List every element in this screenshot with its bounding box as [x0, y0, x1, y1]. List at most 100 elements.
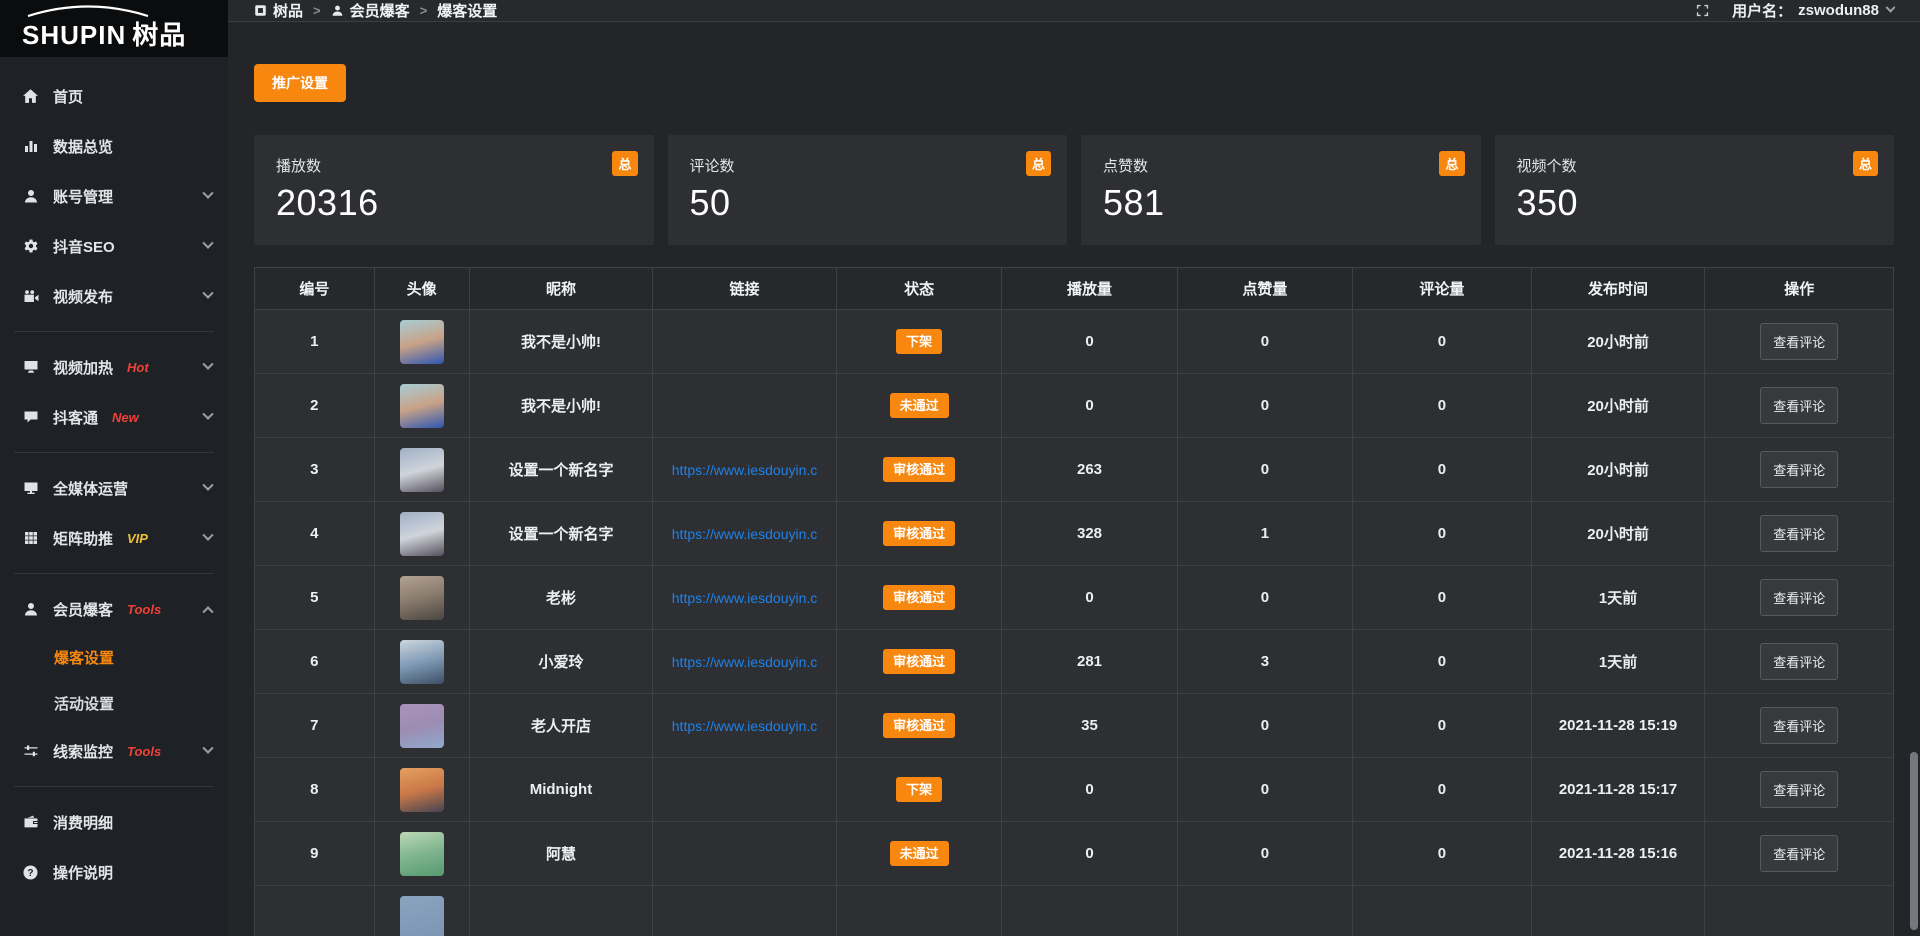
view-comments-button[interactable]: 查看评论 [1760, 579, 1838, 616]
table-header-row: 编号 头像 昵称 链接 状态 播放量 点赞量 评论量 发布时间 操作 [255, 268, 1894, 310]
cell-id: 4 [255, 502, 375, 566]
promo-settings-button[interactable]: 推广设置 [254, 64, 346, 102]
chevron-down-icon [202, 238, 213, 249]
breadcrumb: 树品 > 会员爆客 > 爆客设置 [254, 0, 497, 21]
view-comments-button[interactable]: 查看评论 [1760, 643, 1838, 680]
cell-comments: 0 [1353, 438, 1532, 502]
stat-value: 350 [1517, 182, 1873, 224]
sliders-icon [22, 743, 39, 760]
stat-card-videos: 视频个数 350 总 [1495, 135, 1895, 245]
sidebar-item-omnimedia[interactable]: 全媒体运营 [0, 463, 228, 513]
total-badge: 总 [612, 151, 637, 176]
sidebar-subitem-label: 爆客设置 [54, 647, 114, 668]
video-link[interactable]: https://www.iesdouyin.c [653, 590, 836, 606]
brand-logo[interactable]: SHUPIN树品 [0, 0, 228, 57]
stat-label: 点赞数 [1103, 155, 1459, 176]
sidebar-item-label: 全媒体运营 [53, 478, 128, 499]
member-icon [22, 601, 39, 618]
cell-nickname: 我不是小帅! [469, 310, 653, 374]
logo-text-en: SHUPIN [22, 20, 126, 50]
sidebar-item-member-baoke[interactable]: 会员爆客 Tools [0, 584, 228, 634]
avatar [400, 448, 444, 492]
sidebar-item-instructions[interactable]: ? 操作说明 [0, 847, 228, 897]
view-comments-button[interactable]: 查看评论 [1760, 707, 1838, 744]
cell-publish-time: 20小时前 [1531, 502, 1705, 566]
vertical-scrollbar-thumb[interactable] [1910, 752, 1918, 930]
videos-table: 编号 头像 昵称 链接 状态 播放量 点赞量 评论量 发布时间 操作 [254, 267, 1894, 936]
cell-plays: 281 [1002, 630, 1177, 694]
wallet-icon [22, 814, 39, 831]
breadcrumb-item-root[interactable]: 树品 [254, 0, 303, 21]
video-link[interactable]: https://www.iesdouyin.c [653, 462, 836, 478]
fullscreen-button[interactable] [1695, 3, 1710, 18]
sidebar-item-matrix-boost[interactable]: 矩阵助推 VIP [0, 513, 228, 563]
sidebar-item-consumption-detail[interactable]: 消费明细 [0, 797, 228, 847]
app-window: SHUPIN树品 首页 数据总览 账号管理 抖音SEO [0, 0, 1920, 936]
cell-id: 9 [255, 822, 375, 886]
sidebar-item-douketong[interactable]: 抖客通 New [0, 392, 228, 442]
sidebar-item-home[interactable]: 首页 [0, 71, 228, 121]
view-comments-button[interactable]: 查看评论 [1760, 387, 1838, 424]
cell-id: 7 [255, 694, 375, 758]
stat-value: 20316 [276, 182, 632, 224]
sidebar-item-data-overview[interactable]: 数据总览 [0, 121, 228, 171]
cell-publish-time: 20小时前 [1531, 374, 1705, 438]
sidebar-item-account-management[interactable]: 账号管理 [0, 171, 228, 221]
sidebar-subitem-activity-settings[interactable]: 活动设置 [0, 680, 228, 726]
video-link[interactable]: https://www.iesdouyin.c [653, 526, 836, 542]
view-comments-button[interactable]: 查看评论 [1760, 771, 1838, 808]
sidebar-divider [14, 452, 214, 453]
cell-comments: 0 [1353, 694, 1532, 758]
user-menu[interactable]: 用户名：zswodun88 [1732, 0, 1894, 21]
cell-plays: 0 [1002, 566, 1177, 630]
table-row: 2 我不是小帅! 未通过 0 0 0 20小时前 查看评论 [255, 374, 1894, 438]
col-header-link: 链接 [653, 268, 837, 310]
sidebar-item-label: 会员爆客 [53, 599, 113, 620]
chevron-down-icon [202, 359, 213, 370]
svg-text:?: ? [27, 868, 33, 879]
stat-card-comments: 评论数 50 总 [668, 135, 1068, 245]
main-area: 树品 > 会员爆客 > 爆客设置 用户名：zswodun88 [228, 0, 1920, 936]
stat-label: 视频个数 [1517, 155, 1873, 176]
sidebar-item-clue-monitor[interactable]: 线索监控 Tools [0, 726, 228, 776]
cell-publish-time: 2021-11-28 15:19 [1531, 694, 1705, 758]
view-comments-button[interactable]: 查看评论 [1760, 515, 1838, 552]
avatar [400, 576, 444, 620]
sidebar-subitem-baoke-settings[interactable]: 爆客设置 [0, 634, 228, 680]
sidebar-item-douyin-seo[interactable]: 抖音SEO [0, 221, 228, 271]
cell-likes: 0 [1177, 758, 1352, 822]
cell-likes [1177, 886, 1352, 936]
fullscreen-icon [1695, 3, 1710, 18]
video-link[interactable]: https://www.iesdouyin.c [653, 718, 836, 734]
sidebar-subitem-label: 活动设置 [54, 693, 114, 714]
status-badge: 下架 [896, 329, 942, 354]
breadcrumb-separator: > [313, 3, 321, 18]
view-comments-button[interactable]: 查看评论 [1760, 323, 1838, 360]
total-badge: 总 [1439, 151, 1464, 176]
sidebar-item-video-heating[interactable]: 视频加热 Hot [0, 342, 228, 392]
breadcrumb-item-member-baoke[interactable]: 会员爆客 [331, 0, 410, 21]
logo-text-cn: 树品 [132, 20, 186, 50]
question-icon: ? [22, 864, 39, 881]
breadcrumb-item-current: 爆客设置 [437, 0, 497, 21]
status-badge: 审核通过 [883, 649, 955, 674]
view-comments-button[interactable]: 查看评论 [1760, 835, 1838, 872]
col-header-plays: 播放量 [1002, 268, 1177, 310]
chevron-down-icon [202, 480, 213, 491]
cell-comments: 0 [1353, 566, 1532, 630]
breadcrumb-separator: > [420, 3, 428, 18]
video-link[interactable]: https://www.iesdouyin.c [653, 654, 836, 670]
cell-plays: 263 [1002, 438, 1177, 502]
status-badge: 下架 [896, 777, 942, 802]
user-icon [22, 188, 39, 205]
sidebar-item-video-publish[interactable]: 视频发布 [0, 271, 228, 321]
sidebar-item-label: 抖客通 [53, 407, 98, 428]
cell-comments: 0 [1353, 502, 1532, 566]
cell-id [255, 886, 375, 936]
cell-id: 8 [255, 758, 375, 822]
avatar [400, 896, 444, 936]
cell-comments: 0 [1353, 310, 1532, 374]
view-comments-button[interactable]: 查看评论 [1760, 451, 1838, 488]
avatar [400, 640, 444, 684]
stat-cards: 播放数 20316 总 评论数 50 总 点赞数 581 总 视频个数 350 [254, 135, 1894, 245]
